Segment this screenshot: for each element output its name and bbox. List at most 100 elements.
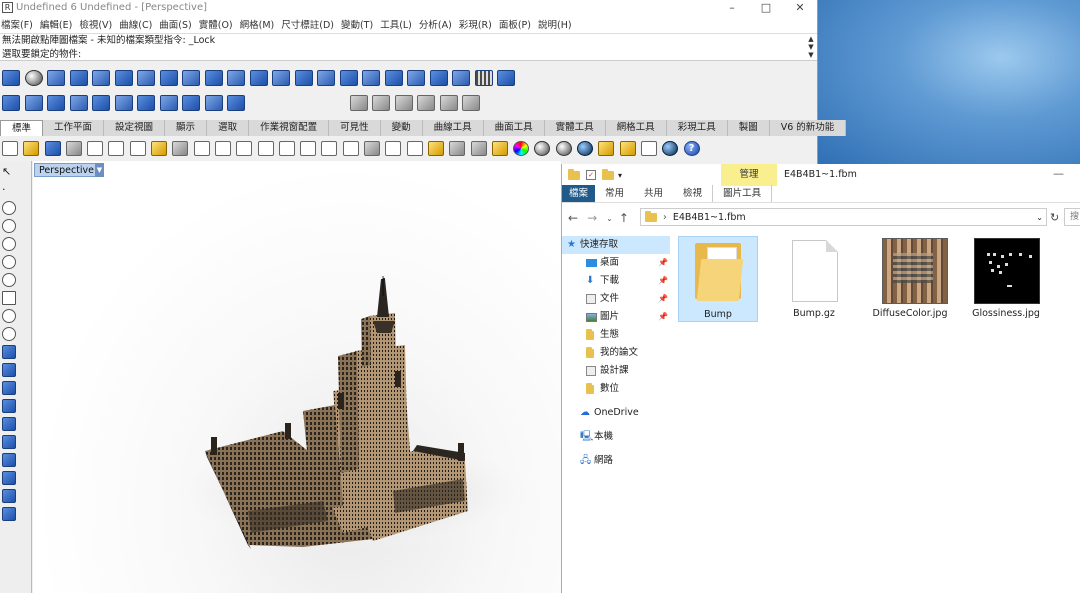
lock-icon[interactable] [470,140,487,156]
menu-panels[interactable]: 面板(P) [499,17,531,31]
help-icon[interactable]: ? [683,140,700,156]
surface-tool-icon[interactable] [182,70,200,86]
ribbon-tab-home[interactable]: 常用 [595,185,634,202]
surface-tool-icon[interactable] [182,95,200,111]
nav-item-folder[interactable]: 生態 [562,326,670,344]
surface-tool-icon[interactable] [249,70,268,86]
tab-transform[interactable]: 變動 [380,120,423,136]
curve-tool-icon[interactable] [394,95,413,111]
surface-tool-icon[interactable] [497,70,515,86]
tab-solid-tools[interactable]: 實體工具 [544,120,606,136]
cylinder-icon[interactable] [2,417,16,431]
nav-item-downloads[interactable]: ⬇ 下載 📌 [562,272,670,290]
close-button[interactable]: ✕ [783,1,817,14]
cylinder-tool-icon[interactable] [92,95,110,111]
surface-tool-icon[interactable] [429,70,448,86]
car-icon[interactable] [364,140,381,156]
render-icon[interactable] [577,140,594,156]
surface-tool-icon[interactable] [227,70,245,86]
sphere-tool-icon[interactable] [24,70,43,86]
transform-icon[interactable] [2,453,16,467]
surface-tool-icon[interactable] [272,70,290,86]
fillet-icon[interactable] [2,327,16,341]
nav-item-folder[interactable]: 數位 [562,380,670,398]
undo-view-icon[interactable] [321,140,338,156]
tab-cplanes[interactable]: 工作平面 [43,120,105,136]
file-item-diffuse-color[interactable]: DiffuseColor.jpg [870,236,950,322]
chevron-down-icon[interactable]: ▾ [618,171,622,180]
extrude-icon[interactable] [2,363,16,377]
surface-tool-icon[interactable] [2,70,20,86]
paste-icon[interactable] [151,140,168,156]
surface-tool-icon[interactable] [452,70,470,86]
menu-edit[interactable]: 編輯(E) [40,17,72,31]
ribbon-tab-view[interactable]: 檢視 [673,185,712,202]
move-icon[interactable] [2,489,16,503]
nav-network[interactable]: 🖧 網路 [562,452,670,470]
recent-chevron-icon[interactable]: ⌄ [606,214,613,223]
curve-tool-icon[interactable] [439,95,458,111]
nav-item-folder[interactable]: 我的論文 [562,344,670,362]
dimension-icon[interactable] [2,507,16,521]
surface-tool-icon[interactable] [227,95,245,111]
show-icon[interactable] [406,140,423,156]
ellipse-icon[interactable] [2,273,16,287]
menu-render[interactable]: 彩現(R) [459,17,492,31]
tab-render-tools[interactable]: 彩現工具 [666,120,728,136]
nav-item-desktop[interactable]: 桌面 📌 [562,254,670,272]
arc-icon[interactable] [2,255,16,269]
forward-arrow-icon[interactable]: → [587,211,597,225]
menu-dimension[interactable]: 尺寸標註(D) [281,17,334,31]
open-folder-icon[interactable] [23,140,40,156]
undo-icon[interactable] [172,140,189,156]
surface-tool-icon[interactable] [317,70,335,86]
circle-icon[interactable] [2,237,16,251]
tab-select[interactable]: 選取 [207,120,250,136]
curve-tool-icon[interactable] [349,95,368,111]
surface-tool-icon[interactable] [114,95,133,111]
minimize-button[interactable]: – [715,1,749,14]
menu-curve[interactable]: 曲線(C) [119,17,152,31]
command-scroll[interactable]: ▲ ▼ ▼ [805,35,815,59]
print-icon[interactable] [65,140,82,156]
checkmark-icon[interactable]: ✓ [586,170,596,180]
tab-visibility[interactable]: 可見性 [329,120,381,136]
surface-tool-icon[interactable] [294,70,313,86]
surface-tool-icon[interactable] [2,95,20,111]
light-bulb-icon[interactable] [449,140,466,156]
polygon-icon[interactable] [2,309,16,323]
tab-drafting[interactable]: 製圖 [727,120,770,136]
surface-tool-icon[interactable] [137,95,155,111]
import-icon[interactable] [87,140,104,156]
select-arrow-icon[interactable]: ↖ [2,165,16,179]
nav-onedrive[interactable]: ☁ OneDrive [562,404,670,422]
surface-tool-icon[interactable] [362,70,380,86]
sphere-icon[interactable] [2,399,16,413]
back-arrow-icon[interactable]: ← [568,211,578,225]
tab-curve-tools[interactable]: 曲線工具 [422,120,484,136]
chevron-down-icon[interactable]: ⌄ [1036,213,1043,222]
up-arrow-icon[interactable]: ↑ [619,211,629,225]
point-icon[interactable]: · [2,183,16,197]
minimize-button[interactable]: — [1053,164,1064,184]
file-item-bump-folder[interactable]: Bump [678,236,758,322]
tab-surface-tools[interactable]: 曲面工具 [483,120,545,136]
polyline-icon[interactable] [2,201,16,215]
zoom-window-icon[interactable] [257,140,274,156]
curve-tool-icon[interactable] [372,95,390,111]
perspective-viewport[interactable]: Perspective ▼ [33,161,561,593]
file-item-glossiness[interactable]: Glossiness.jpg [966,236,1046,322]
surface-tool-icon[interactable] [47,70,65,86]
menu-help[interactable]: 說明(H) [538,17,572,31]
save-icon[interactable] [44,140,61,156]
surface-tool-icon[interactable] [114,70,133,86]
nav-item-pictures[interactable]: 圖片 📌 [562,308,670,326]
nav-item-documents[interactable]: 文件 📌 [562,290,670,308]
hide-icon[interactable] [385,140,402,156]
surface-tool-icon[interactable] [159,70,178,86]
tab-viewport-layout[interactable]: 作業視窗配置 [249,120,330,136]
surface-tool-icon[interactable] [384,70,403,86]
zoom-extents-icon[interactable] [278,140,295,156]
surface-tool-icon[interactable] [137,70,155,86]
mesh-icon[interactable] [2,435,16,449]
